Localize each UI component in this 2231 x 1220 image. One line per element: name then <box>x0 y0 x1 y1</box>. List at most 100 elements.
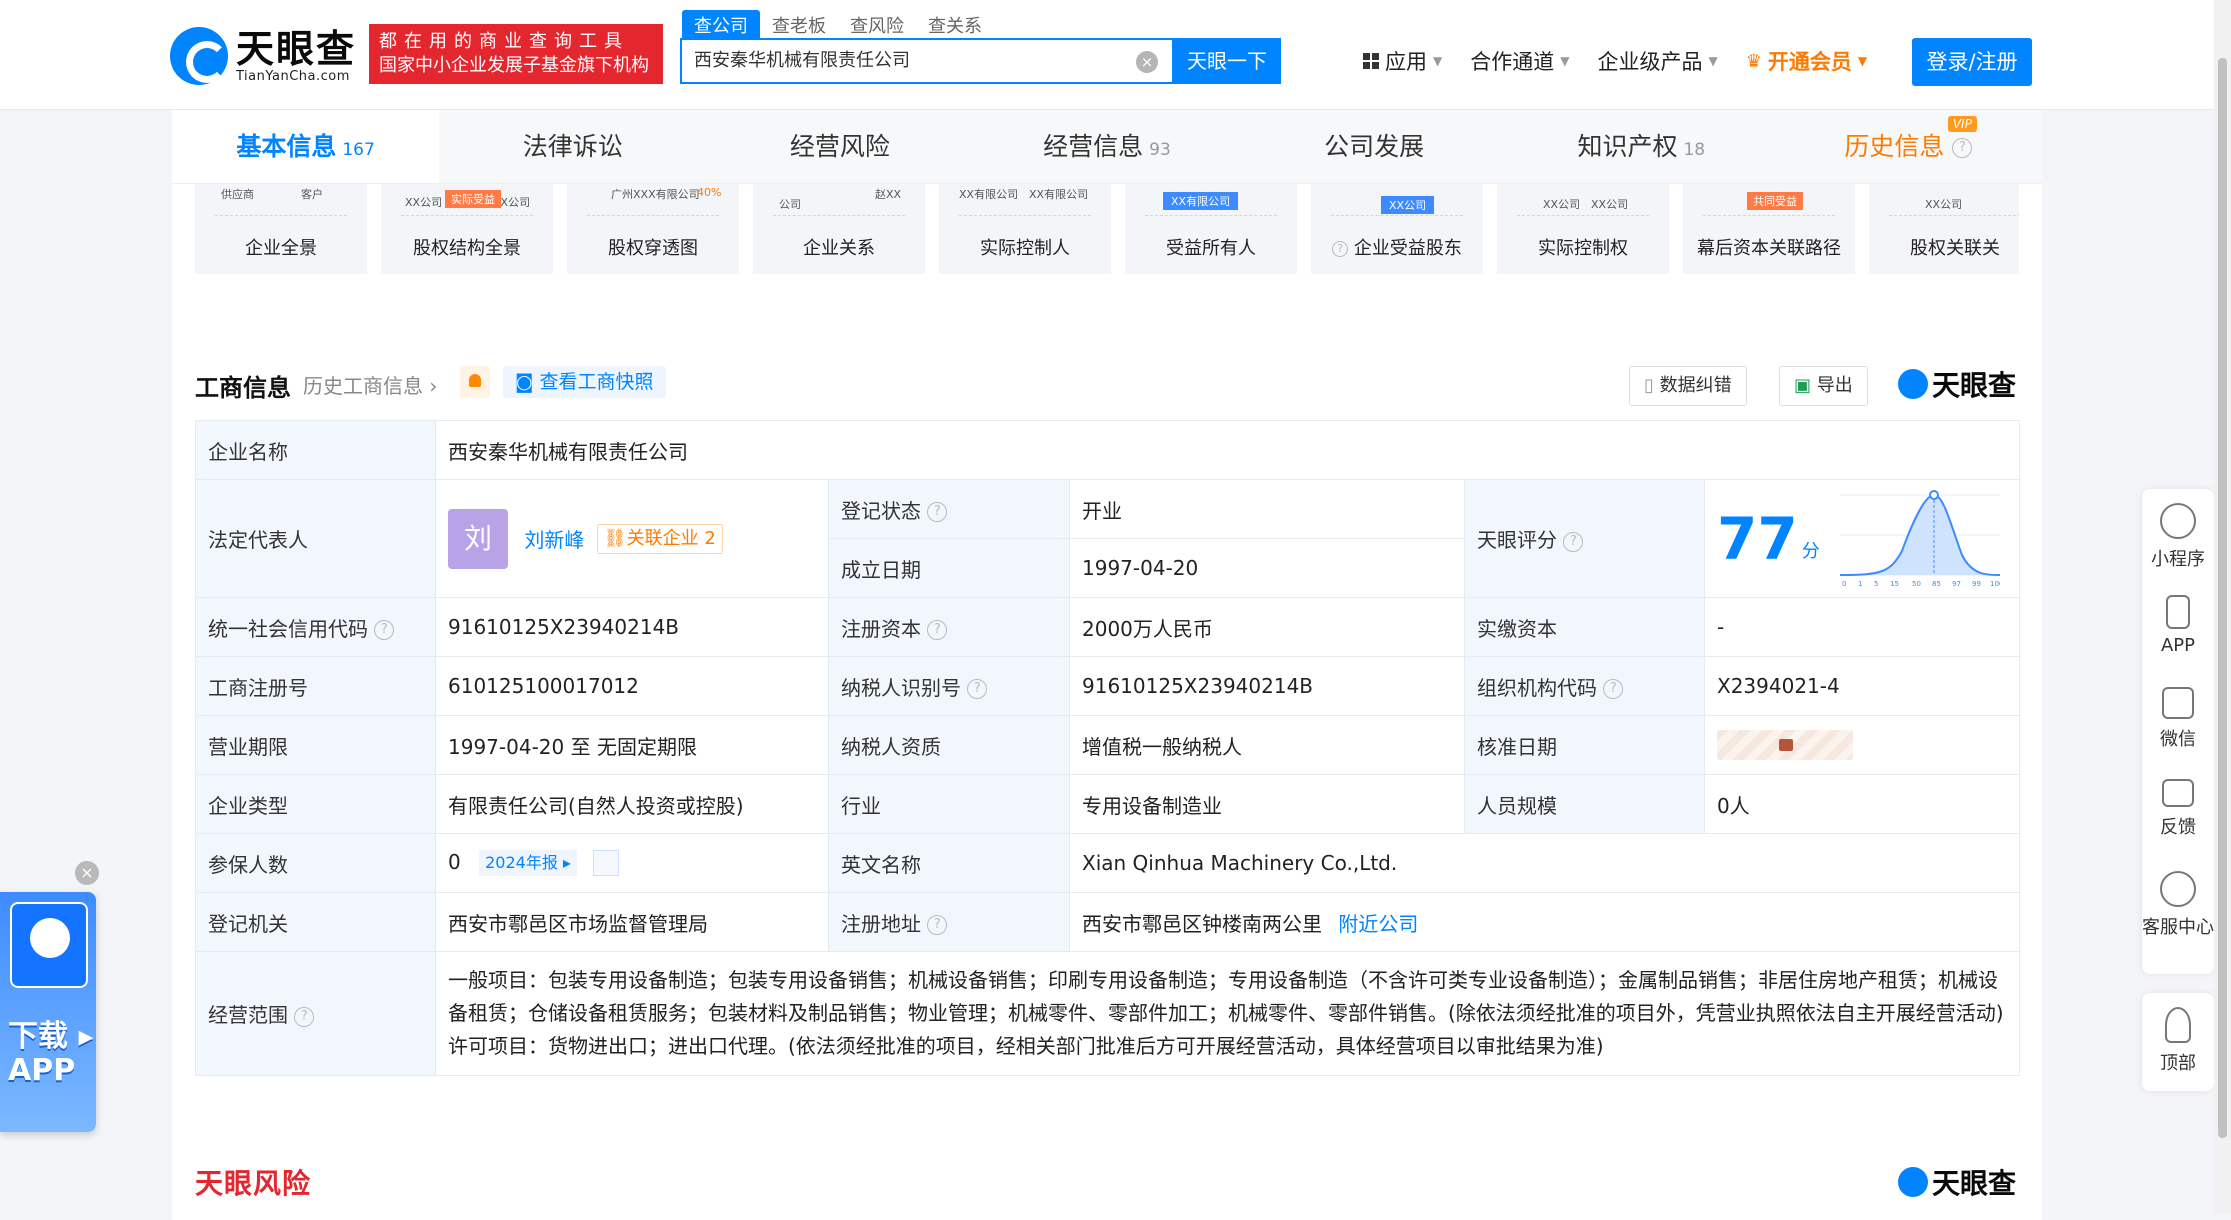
tab-risk[interactable]: 经营风险 <box>706 110 973 183</box>
tianyancha-logo[interactable]: 天眼查 TianYanCha.com <box>170 26 356 86</box>
scrollbar-thumb[interactable] <box>2218 58 2227 1138</box>
scope-label: 经营范围 <box>208 1003 288 1027</box>
graph-card[interactable]: XX公司? 企业受益股东 <box>1311 184 1483 274</box>
help-icon[interactable]: ? <box>1952 138 1973 158</box>
tab-ip[interactable]: 知识产权 18 <box>1508 110 1775 183</box>
clear-icon[interactable]: × <box>1136 51 1158 73</box>
thumb-text: XX公司 <box>1591 198 1629 211</box>
graph-card[interactable]: XX公司 XX公司 实际受益 股权结构全景 <box>381 184 553 274</box>
nearby-companies-link[interactable]: 附近公司 <box>1338 912 1418 936</box>
authority-key: 登记机关 <box>195 892 436 952</box>
search-tab-relation[interactable]: 查关系 <box>916 10 994 38</box>
logo-mark-icon <box>170 27 228 85</box>
graph-card[interactable]: XX公司 股权关联关 <box>1869 184 2019 274</box>
snapshot-button[interactable]: ◙ 查看工商快照 <box>503 366 666 398</box>
tab-history[interactable]: 历史信息 ? VIP <box>1775 110 2042 183</box>
history-link[interactable]: 历史工商信息 › <box>303 370 437 399</box>
help-icon[interactable]: ? <box>927 620 948 640</box>
help-icon[interactable]: ? <box>927 915 948 935</box>
feedback-button[interactable]: 反馈 <box>2142 765 2214 857</box>
search-tab-boss[interactable]: 查老板 <box>760 10 838 38</box>
miniprogram-button[interactable]: 小程序 <box>2142 489 2214 581</box>
lock-icon[interactable] <box>1717 730 1853 760</box>
graph-card[interactable]: 共同受益 幕后资本关联路径 <box>1683 184 1855 274</box>
graph-thumb: 广州XXX有限公司 40% <box>587 184 721 216</box>
trend-chart-icon[interactable] <box>593 850 620 877</box>
tab-label: 基本信息 <box>236 132 337 161</box>
tab-legal[interactable]: 法律诉讼 <box>439 110 706 183</box>
tianyancha-watermark: 天眼查 <box>1898 364 2016 404</box>
graph-cards: 供应商 客户 企业全景 XX公司 XX公司 实际受益 股权结构全景 广州XXX有限公司 40… <box>195 184 2019 274</box>
data-correct-button[interactable]: ▯ 数据纠错 <box>1629 366 1747 406</box>
back-to-top-button[interactable]: 顶部 <box>2142 993 2214 1091</box>
score-distribution-chart[interactable]: 0151550859799100 <box>1839 489 2000 589</box>
watermark-text: 天眼查 <box>1932 1167 2017 1200</box>
wechat-label: 微信 <box>2160 729 2196 750</box>
tax-qual-key: 纳税人资质 <box>828 715 1070 775</box>
tax-id-key: 纳税人识别号 ? <box>828 656 1070 716</box>
term-value: 1997-04-20 至 无固定期限 <box>435 715 829 775</box>
graph-card[interactable]: XX有限公司 受益所有人 <box>1125 184 1297 274</box>
graph-card[interactable]: XX公司 XX公司 实际控制权 <box>1497 184 1669 274</box>
nav-cooperation[interactable]: 合作通道 ▼ <box>1470 46 1569 76</box>
search-button[interactable]: 天眼一下 <box>1173 38 1281 84</box>
found-date-key: 成立日期 <box>828 538 1070 598</box>
app-button[interactable]: APP <box>2142 581 2214 673</box>
related-companies-badge[interactable]: ⛓关联企业 2 <box>596 523 723 554</box>
found-date-value: 1997-04-20 <box>1069 538 1465 598</box>
chevron-right-icon: › <box>429 374 438 398</box>
score-axis-tick: 50 <box>1912 580 1921 588</box>
download-app-float[interactable]: 下载 ▸ APP <box>0 892 96 1132</box>
help-icon[interactable]: ? <box>1563 531 1584 552</box>
thumb-text: XX公司 <box>1381 196 1435 214</box>
wechat-button[interactable]: 微信 <box>2142 673 2214 765</box>
graph-card[interactable]: XX有限公司 XX有限公司 实际控制人 <box>939 184 1111 274</box>
customer-service-button[interactable]: 客服中心 <box>2142 857 2214 949</box>
legal-rep-name-link[interactable]: 刘新峰 <box>524 528 584 552</box>
scope-key: 经营范围 ? <box>195 951 436 1076</box>
help-icon[interactable]: ? <box>967 679 988 699</box>
paid-capital-value: - <box>1704 597 2020 657</box>
camera-icon: ◙ <box>515 371 534 393</box>
search-tab-company[interactable]: 查公司 <box>682 10 760 38</box>
login-button[interactable]: 登录/注册 <box>1912 38 2032 86</box>
close-icon[interactable]: × <box>75 861 99 885</box>
help-icon[interactable]: ? <box>374 620 395 640</box>
bell-icon[interactable] <box>460 366 490 398</box>
nav-enterprise[interactable]: 企业级产品 ▼ <box>1597 46 1717 76</box>
company-name-value: 西安秦华机械有限责任公司 <box>435 420 2020 480</box>
annual-report-link[interactable]: 2024年报 ▸ <box>479 850 577 877</box>
company-type-key: 企业类型 <box>195 774 436 834</box>
slogan-line2: 国家中小企业发展子基金旗下机构 <box>379 55 649 76</box>
avatar[interactable]: 刘 <box>448 508 508 569</box>
apps-grid-icon <box>1363 53 1379 69</box>
search-tab-risk[interactable]: 查风险 <box>838 10 916 38</box>
nav-vip[interactable]: ♛ 开通会员 ▼ <box>1746 46 1867 76</box>
graph-card[interactable]: 广州XXX有限公司 40% 股权穿透图 <box>567 184 739 274</box>
thumb-text: 共同受益 <box>1747 192 1803 210</box>
thumb-text: XX公司 <box>405 196 443 209</box>
staff-size-value: 0人 <box>1704 774 2020 834</box>
page-scrollbar[interactable] <box>2214 0 2231 1214</box>
logo-mark-icon <box>1898 369 1928 399</box>
back-to-top-label: 顶部 <box>2160 1053 2196 1074</box>
help-icon[interactable]: ? <box>1332 241 1349 257</box>
score-axis-tick: 100 <box>1990 580 2000 588</box>
help-icon[interactable]: ? <box>927 502 948 522</box>
tab-operation[interactable]: 经营信息 93 <box>973 110 1240 183</box>
nav-apps[interactable]: 应用 ▼ <box>1363 46 1442 76</box>
graph-card[interactable]: 公司 赵XX 企业关系 <box>753 184 925 274</box>
graph-thumb: XX公司 <box>1331 184 1463 216</box>
risk-section-title: 天眼风险 <box>195 1167 312 1200</box>
graph-card[interactable]: 供应商 客户 企业全景 <box>195 184 367 274</box>
search-input[interactable]: 西安秦华机械有限责任公司 × <box>680 38 1174 84</box>
help-icon[interactable]: ? <box>1603 679 1624 699</box>
feedback-label: 反馈 <box>2160 817 2196 838</box>
export-button[interactable]: ▣ 导出 <box>1779 366 1868 406</box>
tab-basic-info[interactable]: 基本信息 167 <box>172 110 440 183</box>
graph-thumb: 公司 赵XX <box>773 184 905 216</box>
miniprogram-label: 小程序 <box>2151 549 2205 570</box>
help-icon[interactable]: ? <box>294 1006 315 1027</box>
graph-thumb: 共同受益 <box>1703 184 1835 216</box>
tab-development[interactable]: 公司发展 <box>1241 110 1508 183</box>
